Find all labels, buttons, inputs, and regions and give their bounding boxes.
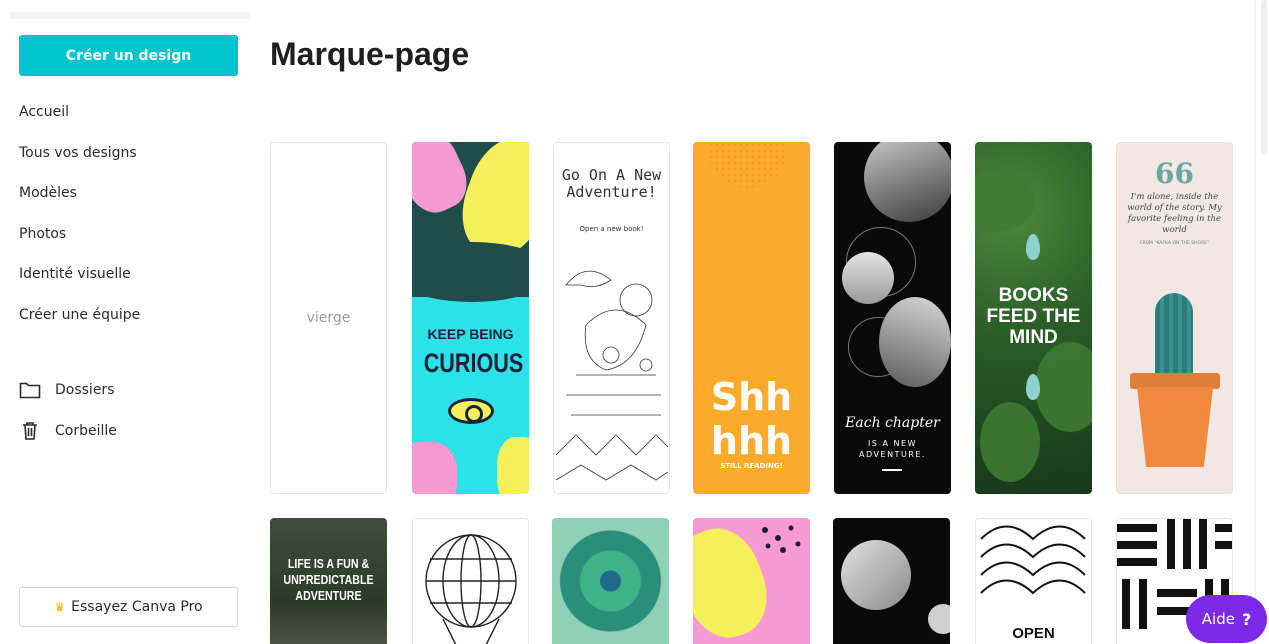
- page-title: Marque-page: [270, 36, 470, 72]
- waves-pattern: [980, 525, 1086, 595]
- drop-icon: [1026, 374, 1040, 400]
- quote-mark-icon: 66: [1155, 157, 1194, 190]
- template-blank[interactable]: vierge: [270, 142, 387, 494]
- template-curious-line1: KEEP BEING: [427, 326, 514, 342]
- template-hot-air-balloon[interactable]: [412, 518, 529, 644]
- template-quote-source: FROM "KAFKA ON THE SHORE": [1139, 241, 1210, 246]
- blank-label: vierge: [306, 310, 351, 326]
- template-shh-title: Shh hhh: [710, 375, 793, 463]
- photo-circle: [864, 142, 951, 222]
- balloon-illustration: [425, 534, 517, 644]
- template-books-title: BOOKS FEED THE MIND: [986, 285, 1081, 348]
- sidebar-item-home[interactable]: Accueil: [19, 101, 140, 142]
- template-shh-still-reading[interactable]: Shh hhh STILL READING!: [693, 142, 810, 494]
- dots-pattern: [762, 525, 801, 553]
- template-open-title: OPEN: [1012, 625, 1055, 642]
- sidebar-folders-section: Dossiers Corbeille: [19, 369, 117, 451]
- sidebar-item-folders-label: Dossiers: [55, 381, 115, 398]
- planet-image: [928, 604, 950, 634]
- template-quote-text: I'm alone, inside the world of the story…: [1127, 192, 1222, 235]
- scrollbar-thumb[interactable]: [1261, 0, 1267, 155]
- sidebar-item-trash-label: Corbeille: [55, 422, 117, 439]
- template-quote-cactus[interactable]: 66 I'm alone, inside the world of the st…: [1116, 142, 1233, 494]
- cactus-image: [1155, 293, 1193, 385]
- sidebar-item-trash[interactable]: Corbeille: [19, 410, 117, 451]
- template-shh-subtitle: STILL READING!: [720, 462, 783, 470]
- drop-icon: [1026, 234, 1040, 260]
- template-watercolor-mandala[interactable]: [552, 518, 669, 644]
- template-adventure-title: Go On A New Adventure!: [561, 166, 662, 201]
- template-chapter-subtitle: IS A NEW ADVENTURE.: [859, 439, 926, 459]
- template-open[interactable]: OPEN: [975, 518, 1092, 644]
- sidebar-top-strip: [10, 12, 250, 19]
- photo-circle: [842, 252, 894, 304]
- eye-icon: [448, 398, 494, 424]
- sidebar-item-create-team[interactable]: Créer une équipe: [19, 304, 140, 345]
- help-button-label: Aide: [1201, 610, 1235, 628]
- sidebar-item-brand-kit[interactable]: Identité visuelle: [19, 263, 140, 304]
- template-space-planets[interactable]: [833, 518, 950, 644]
- sidebar: Créer un design Accueil Tous vos designs…: [0, 0, 256, 644]
- template-each-chapter[interactable]: Each chapter IS A NEW ADVENTURE.: [834, 142, 951, 494]
- sidebar-item-all-designs[interactable]: Tous vos designs: [19, 142, 140, 183]
- template-chapter-title: Each chapter: [845, 415, 940, 431]
- line-art-illustration: [556, 270, 668, 481]
- planet-image: [841, 540, 911, 610]
- template-keep-being-curious[interactable]: KEEP BEING CURIOUS: [412, 142, 529, 494]
- try-canva-pro-label: Essayez Canva Pro: [71, 599, 203, 615]
- folder-icon: [19, 379, 43, 401]
- sidebar-nav: Accueil Tous vos designs Modèles Photos …: [19, 101, 140, 345]
- crown-icon: ♛: [54, 600, 66, 614]
- sidebar-item-templates[interactable]: Modèles: [19, 182, 140, 223]
- template-curious-line2: CURIOUS: [423, 348, 524, 378]
- template-life-is-fun[interactable]: LIFE IS A FUN & UNPREDICTABLE ADVENTURE: [270, 518, 387, 644]
- template-books-feed-the-mind[interactable]: BOOKS FEED THE MIND: [975, 142, 1092, 494]
- help-button[interactable]: Aide ?: [1186, 595, 1267, 643]
- pot-image: [1137, 387, 1213, 467]
- app-root: Créer un design Accueil Tous vos designs…: [0, 0, 1269, 644]
- photo-circle: [879, 297, 951, 387]
- template-adventure-subtitle: Open a new book!: [579, 225, 644, 233]
- template-pink-yellow-splash[interactable]: [693, 518, 810, 644]
- create-design-button[interactable]: Créer un design: [19, 35, 238, 76]
- sidebar-item-folders[interactable]: Dossiers: [19, 369, 117, 410]
- template-go-on-adventure[interactable]: Go On A New Adventure! Open a new book!: [553, 142, 670, 494]
- trash-icon: [19, 420, 43, 442]
- try-canva-pro-button[interactable]: ♛ Essayez Canva Pro: [19, 587, 238, 627]
- template-life-title: LIFE IS A FUN & UNPREDICTABLE ADVENTURE: [283, 557, 374, 603]
- sidebar-item-photos[interactable]: Photos: [19, 223, 140, 264]
- page-scrollbar[interactable]: [1255, 0, 1269, 644]
- question-icon: ?: [1241, 609, 1252, 629]
